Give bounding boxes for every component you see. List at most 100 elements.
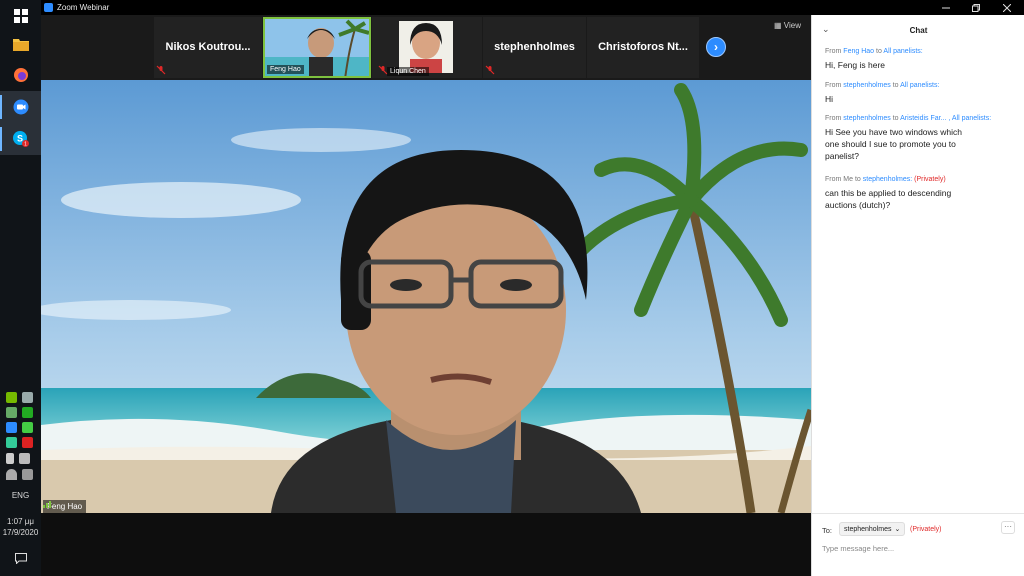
participant-tile[interactable]: Liqun Chen xyxy=(372,17,482,78)
close-button[interactable] xyxy=(992,0,1022,15)
message-input[interactable] xyxy=(822,541,1012,555)
message-text: Hi See you have two windows which one sh… xyxy=(825,127,963,161)
chat-tray-icon[interactable] xyxy=(6,437,17,448)
file-explorer-button[interactable] xyxy=(0,28,41,60)
recipient-link[interactable]: All panelists: xyxy=(900,82,939,89)
participant-name: Feng Hao xyxy=(267,65,304,74)
zoom-tray-icon[interactable] xyxy=(6,422,17,433)
tray-row-2 xyxy=(6,407,33,418)
chevron-right-icon: › xyxy=(714,40,718,54)
from-label: From xyxy=(825,176,842,183)
minimize-button[interactable] xyxy=(931,0,961,15)
view-label: View xyxy=(783,21,801,30)
wifi-icon[interactable] xyxy=(6,469,17,480)
skype-badge: 1 xyxy=(24,142,27,148)
restore-button[interactable] xyxy=(961,0,991,15)
firefox-button[interactable] xyxy=(0,59,41,91)
video-frame xyxy=(41,80,811,513)
recipient-dropdown[interactable]: stephenholmes ⌄ xyxy=(839,522,906,536)
message-meta: From Feng Hao to All panelists: xyxy=(825,47,1015,57)
clock-time[interactable]: 1:07 μμ xyxy=(0,517,41,527)
message-text: Hi xyxy=(825,94,834,104)
to-label: to xyxy=(892,115,899,122)
message-meta: From stephenholmes to All panelists: xyxy=(825,81,1015,91)
skype-icon: S 1 xyxy=(12,131,29,148)
more-options-button[interactable]: ··· xyxy=(1001,521,1015,534)
zoom-app-icon xyxy=(44,3,53,12)
chat-compose: To: stephenholmes ⌄ (Privately) ··· xyxy=(812,513,1024,576)
restore-icon xyxy=(972,3,980,12)
participant-name: Christoforos Nt... xyxy=(598,41,688,53)
tray-row-1 xyxy=(6,392,33,403)
minimize-icon xyxy=(942,7,950,8)
chat-header: ⌄ Chat xyxy=(812,15,1024,45)
shield-icon[interactable] xyxy=(22,407,33,418)
tray-row-3 xyxy=(6,422,33,433)
view-button[interactable]: ▦ View xyxy=(774,21,801,30)
pdf-tray-icon[interactable] xyxy=(22,437,33,448)
volume-icon[interactable] xyxy=(22,469,33,480)
tray-row-6 xyxy=(6,469,33,480)
signal-strength-icon xyxy=(43,501,51,508)
speaker-name-tag: Feng Hao xyxy=(43,500,87,513)
to-label: To: xyxy=(822,526,833,535)
message-text: can this be applied to descending auctio… xyxy=(825,188,952,210)
recipient-link[interactable]: stephenholmes: xyxy=(863,176,912,183)
title-bar: Zoom Webinar xyxy=(41,0,1024,15)
to-label: to xyxy=(854,176,861,183)
chat-message: From Me to stephenholmes: (Privately) ca… xyxy=(825,175,1015,211)
sender-link[interactable]: Feng Hao xyxy=(843,48,874,55)
chat-title: Chat xyxy=(909,26,928,35)
window-title: Zoom Webinar xyxy=(57,3,110,12)
participant-tile[interactable]: Christoforos Nt... xyxy=(587,17,699,78)
chat-message: From Feng Hao to All panelists: Hi, Feng… xyxy=(825,47,1015,71)
participant-tile[interactable]: stephenholmes xyxy=(483,17,586,78)
message-text: Hi, Feng is here xyxy=(825,60,885,70)
grid-icon: ▦ xyxy=(774,21,784,30)
participant-tile[interactable]: Nikos Koutrou... xyxy=(154,17,262,78)
close-icon xyxy=(1003,3,1011,12)
privacy-label: (Privately) xyxy=(914,176,946,183)
from-label: From xyxy=(825,115,842,122)
windows-taskbar: S 1 ENG 1:07 μμ 17/9/2020 xyxy=(0,0,41,576)
to-label: to xyxy=(876,48,882,55)
microphone-icon[interactable] xyxy=(6,453,14,464)
to-label: to xyxy=(892,82,899,89)
sender-link[interactable]: stephenholmes xyxy=(843,82,890,89)
notifications-button[interactable] xyxy=(0,542,41,574)
participant-strip: Nikos Koutrou... Feng Hao Liqun Chen ste… xyxy=(41,15,811,80)
message-meta: From Me to stephenholmes: (Privately) xyxy=(825,175,1015,185)
video-bottom-area xyxy=(41,513,811,576)
tray-row-5 xyxy=(6,453,30,464)
sender-link[interactable]: stephenholmes xyxy=(843,115,890,122)
sender-label: Me xyxy=(843,176,854,183)
monitor-icon[interactable] xyxy=(22,392,33,403)
battery-icon[interactable] xyxy=(19,453,30,464)
recipient-link[interactable]: Aristeidis Far... , All panelists: xyxy=(900,115,991,122)
clock-date[interactable]: 17/9/2020 xyxy=(0,528,41,538)
sync-icon[interactable] xyxy=(22,422,33,433)
svg-text:S: S xyxy=(16,134,22,144)
screen: S 1 ENG 1:07 μμ 17/9/2020 Zoom Webinar N… xyxy=(0,0,1024,576)
nvidia-icon[interactable] xyxy=(6,392,17,403)
zoom-icon xyxy=(13,99,28,115)
recipient-link[interactable]: All panelists: xyxy=(883,48,922,55)
message-meta: From stephenholmes to Aristeidis Far... … xyxy=(825,114,1015,124)
chat-panel: ⌄ Chat From Feng Hao to All panelists: H… xyxy=(811,15,1024,576)
participant-tile-active-speaker[interactable]: Feng Hao xyxy=(263,17,371,78)
language-indicator[interactable]: ENG xyxy=(0,491,41,501)
firefox-icon xyxy=(13,68,28,82)
chat-message: From stephenholmes to Aristeidis Far... … xyxy=(825,114,1015,162)
notification-icon xyxy=(14,552,27,564)
main-speaker-video[interactable]: Feng Hao xyxy=(41,80,811,513)
skype-button[interactable]: S 1 xyxy=(0,123,41,155)
app-tray-icon[interactable] xyxy=(6,407,17,418)
muted-mic-icon xyxy=(485,65,495,75)
privacy-label: (Privately) xyxy=(910,526,942,533)
next-page-button[interactable]: › xyxy=(706,37,726,57)
zoom-taskbar-button[interactable] xyxy=(0,91,41,123)
from-label: From xyxy=(825,82,842,89)
chevron-down-icon: ⌄ xyxy=(894,526,901,533)
from-label: From xyxy=(825,48,842,55)
muted-mic-icon xyxy=(156,65,166,75)
